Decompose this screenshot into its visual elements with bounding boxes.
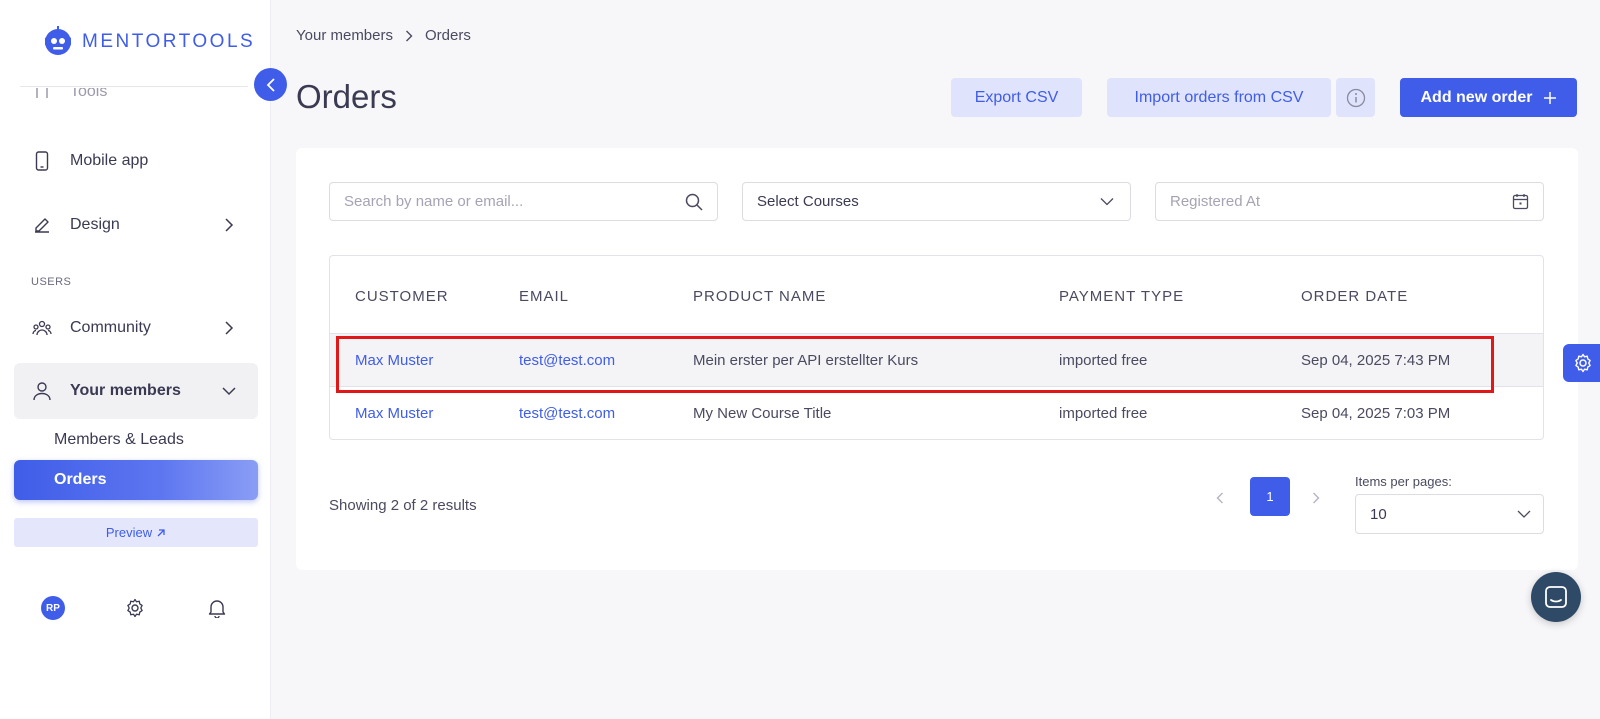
breadcrumb-parent[interactable]: Your members: [296, 27, 393, 44]
sidebar-subitem-members-leads[interactable]: Members & Leads: [14, 420, 258, 460]
chevron-right-icon: [222, 218, 236, 232]
sidebar-item-community[interactable]: Community: [14, 300, 258, 356]
chat-widget-button[interactable]: [1531, 572, 1581, 622]
items-per-page-label: Items per pages:: [1355, 474, 1452, 489]
items-per-page-value: 10: [1370, 505, 1387, 523]
chevron-right-icon: [222, 321, 236, 335]
product-name-cell: Mein erster per API erstellter Kurs: [693, 352, 919, 369]
search-input[interactable]: Search by name or email...: [329, 182, 718, 221]
chevron-right-icon: [1313, 492, 1320, 504]
table-row[interactable]: Max Muster test@test.com My New Course T…: [330, 387, 1543, 439]
column-header-order-date[interactable]: ORDER DATE: [1301, 288, 1408, 305]
page-button-current[interactable]: 1: [1250, 477, 1290, 516]
sidebar-item-your-members[interactable]: Your members: [14, 363, 258, 419]
sidebar-item-label: Your members: [70, 382, 181, 399]
sidebar-item-label: Mobile app: [70, 152, 149, 169]
plus-icon: [1543, 91, 1556, 104]
add-new-order-label: Add new order: [1420, 88, 1533, 106]
payment-type-cell: imported free: [1059, 352, 1148, 369]
chevron-left-icon: [266, 77, 275, 92]
sidebar-item-mobile-app[interactable]: Mobile app: [14, 133, 258, 189]
email-link[interactable]: test@test.com: [519, 405, 615, 422]
robot-logo-icon: [45, 26, 71, 55]
sidebar-footer: RP: [0, 596, 271, 624]
chevron-down-icon: [1517, 510, 1531, 519]
table-row[interactable]: Max Muster test@test.com Mein erster per…: [330, 334, 1543, 387]
brand-name: MENTORTOOLS: [82, 31, 256, 52]
chat-icon: [1545, 586, 1567, 608]
sidebar-item-tools[interactable]: Tools: [14, 88, 258, 118]
product-name-cell: My New Course Title: [693, 405, 832, 422]
search-placeholder: Search by name or email...: [344, 193, 524, 210]
import-orders-button[interactable]: Import orders from CSV: [1107, 78, 1331, 117]
sidebar-subitem-orders[interactable]: Orders: [14, 460, 258, 500]
breadcrumb: Your members Orders: [296, 27, 471, 44]
chevron-down-icon: [222, 384, 236, 398]
order-date-cell: Sep 04, 2025 7:43 PM: [1301, 352, 1451, 369]
results-count: Showing 2 of 2 results: [329, 497, 477, 514]
sidebar-item-design[interactable]: Design: [14, 197, 258, 253]
payment-type-cell: imported free: [1059, 405, 1148, 422]
pencil-icon: [32, 215, 52, 235]
settings-panel-button[interactable]: [1563, 344, 1600, 382]
orders-card: Search by name or email... Select Course…: [296, 148, 1578, 570]
community-icon: [32, 318, 52, 338]
page-title: Orders: [296, 78, 397, 115]
sidebar-item-label: Tools: [70, 88, 108, 100]
info-icon: [1346, 88, 1365, 107]
customer-link[interactable]: Max Muster: [355, 405, 433, 422]
chevron-down-icon: [1098, 193, 1116, 211]
column-header-product-name[interactable]: PRODUCT NAME: [693, 288, 826, 305]
select-courses-dropdown[interactable]: Select Courses: [742, 182, 1131, 221]
external-link-icon: [157, 528, 165, 536]
items-per-page-select[interactable]: 10: [1355, 494, 1544, 534]
column-header-email[interactable]: EMAIL: [519, 288, 569, 305]
chevron-right-icon: [406, 30, 413, 41]
brand-logo[interactable]: MENTORTOOLS: [42, 26, 255, 58]
next-page-button[interactable]: [1306, 488, 1326, 508]
user-icon: [32, 381, 52, 401]
bell-icon[interactable]: [205, 596, 229, 620]
column-header-payment-type[interactable]: PAYMENT TYPE: [1059, 288, 1184, 305]
column-header-customer[interactable]: CUSTOMER: [355, 288, 449, 305]
phone-icon: [32, 151, 52, 171]
breadcrumb-current: Orders: [425, 27, 471, 44]
preview-button[interactable]: Preview: [14, 518, 258, 547]
tools-icon: [32, 88, 52, 102]
avatar[interactable]: RP: [41, 596, 65, 620]
logo-divider: [20, 86, 248, 87]
import-info-button[interactable]: [1336, 78, 1375, 117]
previous-page-button[interactable]: [1210, 488, 1230, 508]
section-label-users: USERS: [31, 276, 72, 288]
add-new-order-button[interactable]: Add new order: [1400, 78, 1577, 117]
table-header: CUSTOMER EMAIL PRODUCT NAME PAYMENT TYPE…: [330, 256, 1543, 334]
gear-icon[interactable]: [123, 596, 147, 620]
registered-at-input[interactable]: Registered At: [1155, 182, 1544, 221]
preview-label: Preview: [105, 525, 153, 540]
customer-link[interactable]: Max Muster: [355, 352, 433, 369]
select-courses-value: Select Courses: [757, 193, 859, 210]
registered-at-placeholder: Registered At: [1170, 193, 1261, 210]
email-link[interactable]: test@test.com: [519, 352, 615, 369]
order-date-cell: Sep 04, 2025 7:03 PM: [1301, 405, 1451, 422]
chevron-left-icon: [1216, 492, 1223, 504]
sidebar: MENTORTOOLS Tools Mobile app Design USER…: [0, 0, 271, 719]
sidebar-item-label: Design: [70, 216, 120, 233]
calendar-icon: [1511, 193, 1529, 211]
collapse-sidebar-button[interactable]: [254, 68, 287, 101]
gear-icon: [1575, 353, 1591, 373]
search-icon: [685, 193, 703, 211]
export-csv-button[interactable]: Export CSV: [951, 78, 1082, 117]
sidebar-item-label: Community: [70, 319, 151, 336]
orders-table: CUSTOMER EMAIL PRODUCT NAME PAYMENT TYPE…: [329, 255, 1544, 440]
